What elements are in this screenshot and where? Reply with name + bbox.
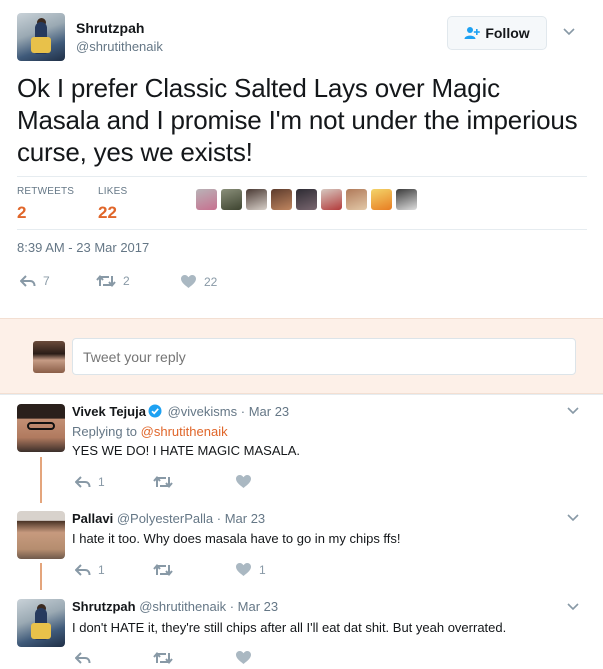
author-avatar[interactable]	[17, 13, 65, 61]
reply-date[interactable]: Mar 23	[238, 599, 278, 614]
current-user-avatar	[33, 341, 65, 373]
reply-actions	[75, 650, 252, 665]
reply-author-handle[interactable]: @PolyesterPalla	[117, 511, 213, 526]
retweet-action[interactable]	[153, 563, 235, 577]
reply-count: 1	[98, 562, 105, 577]
heart-icon	[236, 563, 251, 576]
reply-header: Shrutzpah @shrutithenaik · Mar 23	[72, 599, 279, 614]
add-user-icon	[464, 27, 481, 39]
thread-line	[40, 563, 42, 590]
liker-avatar[interactable]	[396, 189, 417, 210]
chevron-down-icon[interactable]	[562, 24, 576, 38]
reply-count: 7	[43, 274, 50, 288]
reply-action[interactable]	[75, 651, 153, 665]
likes-count: 22	[98, 203, 117, 222]
retweets-label: RETWEETS	[17, 186, 75, 197]
reply-date[interactable]: Mar 23	[249, 404, 289, 419]
replying-to: Replying to @shrutithenaik	[72, 424, 228, 439]
reply-avatar[interactable]	[17, 404, 65, 452]
reply-author-name[interactable]: Vivek Tejuja	[72, 404, 146, 419]
reply-text: I hate it too. Why does masala have to g…	[72, 531, 401, 546]
reply-author-handle[interactable]: @shrutithenaik	[139, 599, 226, 614]
reply-actions: 1	[75, 474, 252, 489]
reply-action[interactable]: 7	[20, 274, 50, 288]
reply-author-handle[interactable]: @vivekisms	[168, 404, 238, 419]
liker-avatar[interactable]	[296, 189, 317, 210]
liker-avatar[interactable]	[196, 189, 217, 210]
retweets-count: 2	[17, 203, 27, 222]
heart-icon	[181, 275, 196, 288]
reply-icon	[75, 563, 91, 576]
reply-avatar[interactable]	[17, 599, 65, 647]
like-count: 1	[259, 562, 266, 577]
reply-header: Pallavi @PolyesterPalla · Mar 23	[72, 511, 266, 526]
reply-action[interactable]: 1	[75, 563, 153, 577]
likers-avatars	[196, 189, 417, 215]
retweet-icon	[153, 651, 173, 664]
author-handle[interactable]: @shrutithenaik	[76, 39, 163, 54]
reply-count: 1	[98, 474, 105, 489]
retweet-action[interactable]: 2	[96, 274, 130, 288]
reply-actions: 1 1	[75, 562, 266, 577]
verified-badge-icon	[148, 404, 162, 418]
like-action[interactable]: 22	[180, 274, 217, 289]
follow-button[interactable]: Follow	[447, 16, 547, 50]
divider	[17, 229, 587, 230]
reply-action[interactable]: 1	[75, 475, 153, 489]
follow-label: Follow	[485, 25, 530, 41]
chevron-down-icon[interactable]	[566, 599, 580, 613]
retweet-icon	[96, 274, 116, 288]
thread-line	[40, 457, 42, 503]
liker-avatar[interactable]	[371, 189, 392, 210]
like-count: 22	[204, 274, 218, 289]
liker-avatar[interactable]	[221, 189, 242, 210]
like-action[interactable]	[235, 474, 252, 489]
reply-author-name[interactable]: Shrutzpah	[72, 599, 136, 614]
liker-avatar[interactable]	[321, 189, 342, 210]
reply-icon	[20, 275, 36, 287]
likes-label: LIKES	[98, 186, 128, 197]
reply-input[interactable]	[72, 338, 576, 375]
reply-avatar[interactable]	[17, 511, 65, 559]
replying-to-label: Replying to	[72, 424, 138, 439]
retweet-action[interactable]	[153, 651, 235, 665]
liker-avatar[interactable]	[346, 189, 367, 210]
heart-icon	[236, 475, 251, 488]
reply-date[interactable]: Mar 23	[225, 511, 265, 526]
liker-avatar[interactable]	[271, 189, 292, 210]
retweet-icon	[153, 475, 173, 488]
author-name[interactable]: Shrutzpah	[76, 20, 144, 36]
retweets-stat[interactable]: RETWEETS 2	[17, 186, 74, 223]
tweet-text: Ok I prefer Classic Salted Lays over Mag…	[17, 73, 578, 167]
reply-text: YES WE DO! I HATE MAGIC MASALA.	[72, 443, 301, 458]
reply-header: Vivek Tejuja @vivekisms · Mar 23	[72, 404, 290, 419]
chevron-down-icon[interactable]	[566, 403, 580, 417]
retweet-count: 2	[123, 274, 130, 288]
likes-stat[interactable]: LIKES 22	[98, 186, 127, 223]
divider	[17, 176, 587, 177]
divider	[0, 394, 603, 395]
reply-icon	[75, 651, 91, 664]
liker-avatar[interactable]	[246, 189, 267, 210]
tweet-timestamp[interactable]: 8:39 AM - 23 Mar 2017	[17, 240, 149, 255]
like-action[interactable]: 1	[235, 562, 266, 577]
like-action[interactable]	[235, 650, 252, 665]
reply-icon	[75, 475, 91, 488]
reply-text: I don't HATE it, they're still chips aft…	[72, 620, 507, 635]
retweet-icon	[153, 563, 173, 576]
chevron-down-icon[interactable]	[566, 510, 580, 524]
main-tweet: Shrutzpah @shrutithenaik Follow Ok I pre…	[0, 0, 603, 318]
retweet-action[interactable]	[153, 475, 235, 489]
reply-author-name[interactable]: Pallavi	[72, 511, 113, 526]
heart-icon	[236, 651, 251, 664]
replying-to-mention[interactable]: @shrutithenaik	[141, 424, 228, 439]
